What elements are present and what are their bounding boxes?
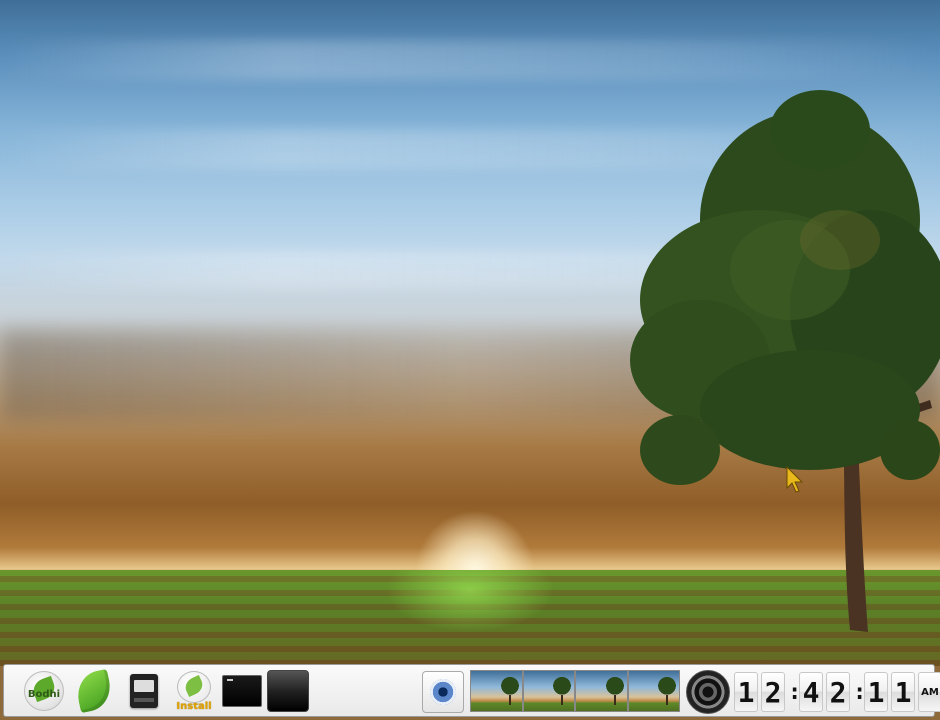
system-tray-button[interactable] <box>422 671 464 713</box>
workspace-3[interactable] <box>575 670 628 712</box>
install-launcher[interactable]: Install <box>172 670 216 712</box>
terminal-icon <box>130 674 158 708</box>
workspace-1[interactable] <box>470 670 523 712</box>
install-icon <box>177 670 211 703</box>
leaf-icon <box>73 668 115 714</box>
clock-ampm: AM <box>918 672 940 712</box>
workspace-2[interactable] <box>522 670 575 712</box>
bodhi-menu-button[interactable]: Bodhi <box>22 670 66 712</box>
bodhi-menu-icon: Bodhi <box>24 671 64 711</box>
show-desktop-button[interactable] <box>266 670 310 712</box>
clock-second-tens: 1 <box>864 672 888 712</box>
clock-separator: : <box>853 679 867 705</box>
desktop[interactable]: Bodhi Install 1 2: 4 2: 1 1 AM <box>0 0 940 720</box>
terminal-window-icon <box>222 675 262 707</box>
leaf-launcher[interactable] <box>72 668 116 714</box>
terminal-launcher[interactable] <box>220 670 264 712</box>
mouse-cursor <box>786 466 804 493</box>
clock-minute-tens: 4 <box>799 672 823 712</box>
tree <box>630 90 940 632</box>
workspace-4[interactable] <box>627 670 680 712</box>
workspace-pager <box>470 670 680 712</box>
clock-separator: : <box>788 679 802 705</box>
clock-second-ones: 1 <box>891 672 915 712</box>
bottom-panel: Bodhi Install 1 2: 4 2: 1 1 AM <box>3 664 940 717</box>
clock-hour-tens: 1 <box>734 672 758 712</box>
file-manager-launcher[interactable] <box>122 670 166 712</box>
clock-hour-ones: 2 <box>761 672 785 712</box>
speaker-icon[interactable] <box>686 670 730 714</box>
bodhi-label: Bodhi <box>27 688 61 700</box>
show-desktop-icon <box>267 670 309 712</box>
clock-minute-ones: 2 <box>826 672 850 712</box>
clock[interactable]: 1 2 : 4 2 : 1 1 AM <box>734 671 940 713</box>
eye-icon <box>430 679 456 705</box>
